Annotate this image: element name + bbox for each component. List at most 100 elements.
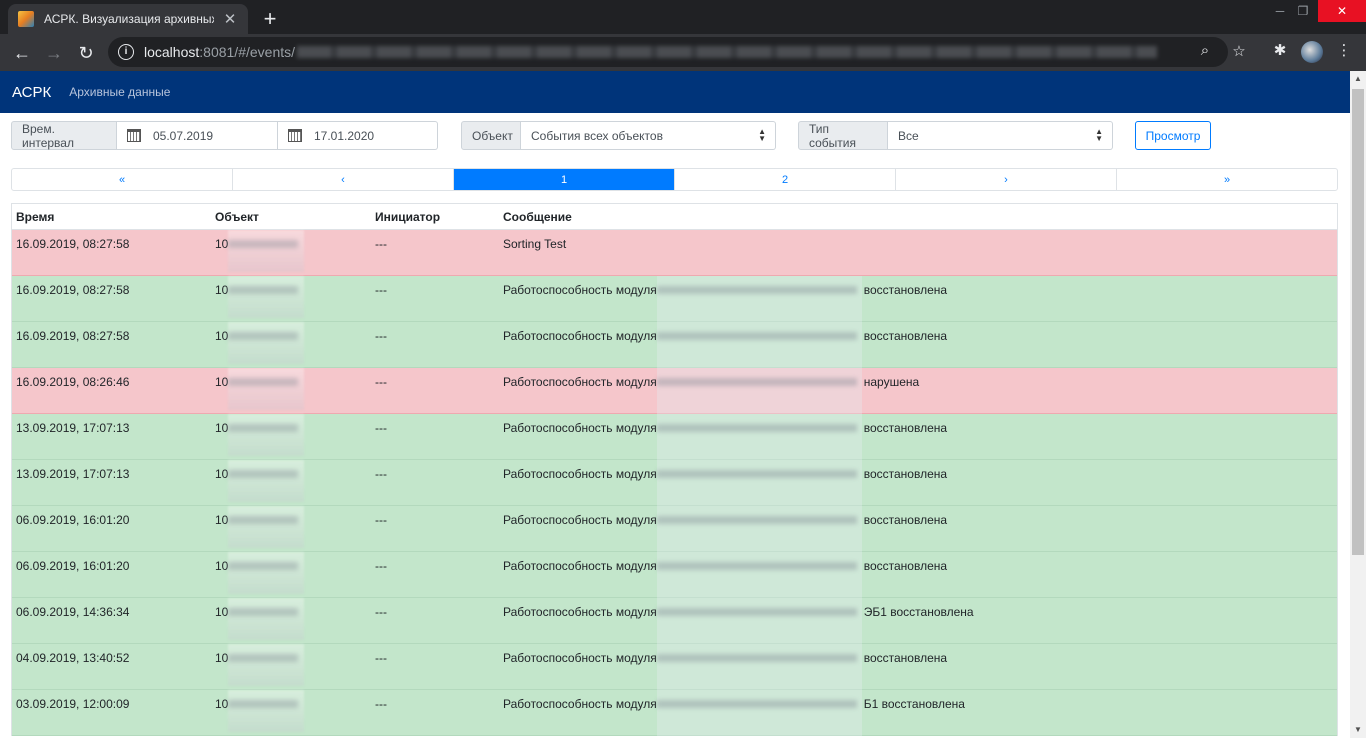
message-start: Работоспособность модуля	[503, 283, 657, 297]
redacted-text	[656, 644, 862, 690]
table-header: Время Объект Инициатор Сообщение	[12, 204, 1337, 230]
redacted-text	[656, 690, 862, 736]
menu-kebab-icon[interactable]: ⋮	[1334, 41, 1354, 59]
table-row[interactable]: 16.09.2019, 08:27:58 10 --- Работоспособнос…	[12, 276, 1337, 322]
zoom-icon[interactable]: ⌕	[1195, 42, 1215, 59]
event-type-select[interactable]: Все ▲ ▼	[888, 121, 1113, 150]
message-end: Б1 восстановлена	[863, 697, 965, 711]
object-id: 10	[215, 605, 229, 619]
cell-message: Работоспособность модуля восстановлена	[499, 460, 1337, 506]
cell-message: Работоспособность модуля нарушена	[499, 368, 1337, 414]
message-start: Работоспособность модуля	[503, 329, 657, 343]
close-tab-icon[interactable]: ✕	[222, 10, 238, 28]
message-end: восстановлена	[863, 329, 948, 343]
table-row[interactable]: 16.09.2019, 08:27:58 10 --- Sorting Test	[12, 230, 1337, 276]
cell-object: 10	[211, 506, 371, 548]
object-id: 10	[215, 329, 229, 343]
message-end: восстановлена	[863, 651, 948, 665]
object-select[interactable]: События всех объектов ▲ ▼	[521, 121, 776, 150]
redacted-text	[228, 414, 305, 456]
profile-avatar[interactable]	[1301, 41, 1323, 63]
bookmark-star-icon[interactable]: ☆	[1229, 42, 1249, 60]
date-to-field[interactable]: 17.01.2020	[278, 121, 438, 150]
header-time[interactable]: Время	[12, 210, 211, 224]
page-first[interactable]: «	[12, 169, 232, 190]
scroll-down-icon[interactable]: ▼	[1350, 722, 1366, 738]
event-type-select-value: Все	[898, 128, 919, 143]
cell-message: Работоспособность модуля восстановлена	[499, 276, 1337, 322]
message-start: Работоспособность модуля	[503, 467, 657, 481]
info-icon[interactable]: i	[118, 44, 134, 60]
window-close-icon[interactable]: ✕	[1318, 0, 1366, 22]
cell-message: Работоспособность модуля восстановлена	[499, 414, 1337, 460]
cell-object: 10	[211, 690, 371, 732]
address-bar[interactable]: i localhost :8081/#/events/ ⌕ ☆	[108, 37, 1246, 67]
cell-object: 10	[211, 552, 371, 594]
table-row[interactable]: 16.09.2019, 08:27:58 10 --- Работоспособнос…	[12, 322, 1337, 368]
table-row[interactable]: 16.09.2019, 08:26:46 10 --- Работоспособнос…	[12, 368, 1337, 414]
redacted-text	[228, 552, 305, 594]
cell-initiator: ---	[375, 421, 387, 435]
page-scrollbar[interactable]: ▲ ▼	[1350, 71, 1366, 738]
table-row[interactable]: 06.09.2019, 14:36:34 10 --- Работоспособнос…	[12, 598, 1337, 644]
redacted-text	[656, 552, 862, 598]
message-start: Работоспособность модуля	[503, 605, 657, 619]
page-2[interactable]: 2	[674, 169, 895, 190]
header-object[interactable]: Объект	[211, 210, 371, 224]
page-prev[interactable]: ‹	[232, 169, 453, 190]
new-tab-icon[interactable]: +	[258, 6, 282, 32]
scroll-up-icon[interactable]: ▲	[1350, 71, 1366, 87]
redacted-text	[656, 322, 862, 368]
page-next[interactable]: ›	[895, 169, 1116, 190]
header-initiator[interactable]: Инициатор	[371, 210, 499, 224]
table-row[interactable]: 06.09.2019, 16:01:20 10 --- Работоспособнос…	[12, 506, 1337, 552]
nav-link-archive[interactable]: Архивные данные	[69, 85, 170, 99]
cell-time: 03.09.2019, 12:00:09	[16, 697, 130, 711]
view-button[interactable]: Просмотр	[1135, 121, 1211, 150]
table-row[interactable]: 13.09.2019, 17:07:13 10 --- Работоспособнос…	[12, 414, 1337, 460]
page-last[interactable]: »	[1116, 169, 1337, 190]
back-icon[interactable]: ←	[9, 40, 35, 66]
table-row[interactable]: 06.09.2019, 16:01:20 10 --- Работоспособнос…	[12, 552, 1337, 598]
cell-time: 13.09.2019, 17:07:13	[16, 421, 130, 435]
cell-initiator: ---	[375, 329, 387, 343]
redacted-text	[228, 368, 305, 410]
brand-logo[interactable]: АСРК	[12, 84, 51, 101]
url-path: :8081/#/events/	[199, 44, 296, 60]
object-select-value: События всех объектов	[531, 128, 663, 143]
message-end: восстановлена	[863, 559, 948, 573]
page-1[interactable]: 1	[453, 169, 674, 190]
object-id: 10	[215, 513, 229, 527]
cell-object: 10	[211, 322, 371, 364]
table-row[interactable]: 13.09.2019, 17:07:13 10 --- Работоспособнос…	[12, 460, 1337, 506]
favicon-icon	[18, 11, 34, 27]
table-row[interactable]: 03.09.2019, 12:00:09 10 --- Работоспособнос…	[12, 690, 1337, 736]
interval-label: Врем. интервал	[11, 121, 117, 150]
redacted-text	[656, 506, 862, 552]
object-id: 10	[215, 697, 229, 711]
cell-initiator: ---	[375, 375, 387, 389]
redacted-text	[656, 276, 862, 322]
cell-object: 10	[211, 276, 371, 318]
reload-icon[interactable]: ↻	[73, 40, 99, 66]
table-row[interactable]: 04.09.2019, 13:40:52 10 --- Работоспособнос…	[12, 644, 1337, 690]
message-end: восстановлена	[863, 421, 948, 435]
cell-time: 16.09.2019, 08:27:58	[16, 329, 130, 343]
browser-tab[interactable]: АСРК. Визуализация архивных д ✕	[8, 4, 248, 34]
redacted-text	[228, 230, 305, 272]
extensions-icon[interactable]: ✱	[1270, 41, 1290, 59]
cell-time: 16.09.2019, 08:26:46	[16, 375, 130, 389]
message-end: восстановлена	[863, 467, 948, 481]
message-start: Работоспособность модуля	[503, 697, 657, 711]
date-from-field[interactable]: 05.07.2019	[117, 121, 278, 150]
forward-icon[interactable]: →	[41, 40, 67, 66]
cell-initiator: ---	[375, 559, 387, 573]
header-message[interactable]: Сообщение	[499, 210, 1337, 224]
scroll-thumb[interactable]	[1352, 89, 1364, 555]
object-id: 10	[215, 651, 229, 665]
cell-time: 06.09.2019, 16:01:20	[16, 559, 130, 573]
object-label: Объект	[461, 121, 521, 150]
url-redacted	[297, 46, 1158, 58]
redacted-text	[656, 368, 862, 414]
object-id: 10	[215, 421, 229, 435]
